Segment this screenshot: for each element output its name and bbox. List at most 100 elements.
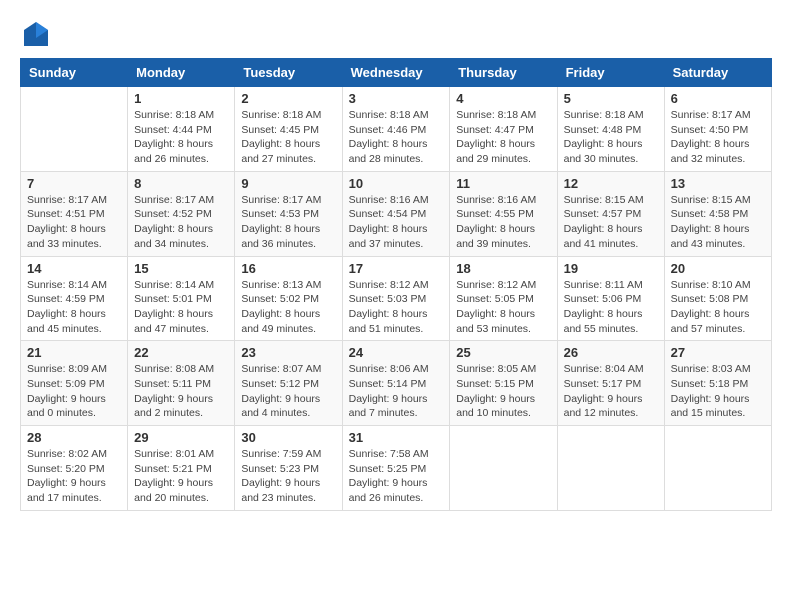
calendar-cell: 9 Sunrise: 8:17 AMSunset: 4:53 PMDaylight…: [235, 171, 342, 256]
day-info: Sunrise: 8:15 AMSunset: 4:57 PMDaylight:…: [564, 193, 658, 252]
day-header-tuesday: Tuesday: [235, 59, 342, 87]
logo-icon: [22, 20, 50, 48]
calendar-cell: 21Sunrise: 8:09 AMSunset: 5:09 PMDayligh…: [21, 341, 128, 426]
day-number: 12: [564, 176, 658, 191]
calendar-cell: [664, 426, 771, 511]
day-number: 20: [671, 261, 765, 276]
day-number: 13: [671, 176, 765, 191]
day-info: Sunrise: 8:17 AMSunset: 4:52 PMDaylight:…: [134, 193, 228, 252]
day-number: 5: [564, 91, 658, 106]
day-info: Sunrise: 8:12 AMSunset: 5:05 PMDaylight:…: [456, 278, 550, 337]
day-info: Sunrise: 8:18 AMSunset: 4:48 PMDaylight:…: [564, 108, 658, 167]
day-info: Sunrise: 8:05 AMSunset: 5:15 PMDaylight:…: [456, 362, 550, 421]
day-info: Sunrise: 8:17 AMSunset: 4:50 PMDaylight:…: [671, 108, 765, 167]
day-info: Sunrise: 8:06 AMSunset: 5:14 PMDaylight:…: [349, 362, 444, 421]
calendar-cell: 5 Sunrise: 8:18 AMSunset: 4:48 PMDaylight…: [557, 87, 664, 172]
calendar-cell: 17 Sunrise: 8:12 AMSunset: 5:03 PMDayligh…: [342, 256, 450, 341]
day-info: Sunrise: 8:01 AMSunset: 5:21 PMDaylight:…: [134, 447, 228, 506]
calendar-cell: 19 Sunrise: 8:11 AMSunset: 5:06 PMDayligh…: [557, 256, 664, 341]
day-info: Sunrise: 7:59 AMSunset: 5:23 PMDaylight:…: [241, 447, 335, 506]
day-number: 31: [349, 430, 444, 445]
day-header-wednesday: Wednesday: [342, 59, 450, 87]
day-info: Sunrise: 8:14 AMSunset: 5:01 PMDaylight:…: [134, 278, 228, 337]
calendar-week-row: 1Sunrise: 8:18 AMSunset: 4:44 PMDaylight…: [21, 87, 772, 172]
day-info: Sunrise: 8:04 AMSunset: 5:17 PMDaylight:…: [564, 362, 658, 421]
day-header-saturday: Saturday: [664, 59, 771, 87]
day-header-monday: Monday: [128, 59, 235, 87]
day-number: 7: [27, 176, 121, 191]
day-number: 15: [134, 261, 228, 276]
calendar-cell: 30 Sunrise: 7:59 AMSunset: 5:23 PMDayligh…: [235, 426, 342, 511]
day-number: 17: [349, 261, 444, 276]
calendar-cell: 31 Sunrise: 7:58 AMSunset: 5:25 PMDayligh…: [342, 426, 450, 511]
logo: [20, 20, 50, 48]
day-number: 25: [456, 345, 550, 360]
day-info: Sunrise: 8:15 AMSunset: 4:58 PMDaylight:…: [671, 193, 765, 252]
calendar-cell: [450, 426, 557, 511]
day-info: Sunrise: 8:17 AMSunset: 4:51 PMDaylight:…: [27, 193, 121, 252]
calendar-cell: 24 Sunrise: 8:06 AMSunset: 5:14 PMDayligh…: [342, 341, 450, 426]
day-info: Sunrise: 8:07 AMSunset: 5:12 PMDaylight:…: [241, 362, 335, 421]
day-number: 30: [241, 430, 335, 445]
day-info: Sunrise: 8:12 AMSunset: 5:03 PMDaylight:…: [349, 278, 444, 337]
day-number: 28: [27, 430, 121, 445]
calendar-cell: 22 Sunrise: 8:08 AMSunset: 5:11 PMDayligh…: [128, 341, 235, 426]
day-info: Sunrise: 8:02 AMSunset: 5:20 PMDaylight:…: [27, 447, 121, 506]
calendar-cell: 27 Sunrise: 8:03 AMSunset: 5:18 PMDayligh…: [664, 341, 771, 426]
calendar-table: SundayMondayTuesdayWednesdayThursdayFrid…: [20, 58, 772, 511]
calendar-cell: 18 Sunrise: 8:12 AMSunset: 5:05 PMDayligh…: [450, 256, 557, 341]
day-number: 22: [134, 345, 228, 360]
calendar-cell: 20Sunrise: 8:10 AMSunset: 5:08 PMDayligh…: [664, 256, 771, 341]
calendar-cell: 26 Sunrise: 8:04 AMSunset: 5:17 PMDayligh…: [557, 341, 664, 426]
day-number: 11: [456, 176, 550, 191]
calendar-week-row: 7 Sunrise: 8:17 AMSunset: 4:51 PMDaylight…: [21, 171, 772, 256]
day-info: Sunrise: 8:18 AMSunset: 4:46 PMDaylight:…: [349, 108, 444, 167]
day-info: Sunrise: 8:16 AMSunset: 4:54 PMDaylight:…: [349, 193, 444, 252]
calendar-cell: 2 Sunrise: 8:18 AMSunset: 4:45 PMDaylight…: [235, 87, 342, 172]
day-number: 4: [456, 91, 550, 106]
calendar-cell: 12 Sunrise: 8:15 AMSunset: 4:57 PMDayligh…: [557, 171, 664, 256]
day-info: Sunrise: 8:17 AMSunset: 4:53 PMDaylight:…: [241, 193, 335, 252]
calendar-week-row: 14Sunrise: 8:14 AMSunset: 4:59 PMDayligh…: [21, 256, 772, 341]
day-number: 2: [241, 91, 335, 106]
calendar-cell: 15 Sunrise: 8:14 AMSunset: 5:01 PMDayligh…: [128, 256, 235, 341]
calendar-cell: 28 Sunrise: 8:02 AMSunset: 5:20 PMDayligh…: [21, 426, 128, 511]
day-info: Sunrise: 8:13 AMSunset: 5:02 PMDaylight:…: [241, 278, 335, 337]
calendar-cell: [21, 87, 128, 172]
day-number: 26: [564, 345, 658, 360]
day-number: 8: [134, 176, 228, 191]
calendar-week-row: 21Sunrise: 8:09 AMSunset: 5:09 PMDayligh…: [21, 341, 772, 426]
calendar-cell: 11 Sunrise: 8:16 AMSunset: 4:55 PMDayligh…: [450, 171, 557, 256]
day-number: 23: [241, 345, 335, 360]
calendar-cell: 14Sunrise: 8:14 AMSunset: 4:59 PMDayligh…: [21, 256, 128, 341]
day-number: 19: [564, 261, 658, 276]
day-info: Sunrise: 8:03 AMSunset: 5:18 PMDaylight:…: [671, 362, 765, 421]
calendar-cell: 23 Sunrise: 8:07 AMSunset: 5:12 PMDayligh…: [235, 341, 342, 426]
calendar-cell: 1Sunrise: 8:18 AMSunset: 4:44 PMDaylight…: [128, 87, 235, 172]
day-number: 24: [349, 345, 444, 360]
page-header: [20, 20, 772, 48]
calendar-cell: 13 Sunrise: 8:15 AMSunset: 4:58 PMDayligh…: [664, 171, 771, 256]
day-info: Sunrise: 8:11 AMSunset: 5:06 PMDaylight:…: [564, 278, 658, 337]
calendar-header-row: SundayMondayTuesdayWednesdayThursdayFrid…: [21, 59, 772, 87]
calendar-cell: 16 Sunrise: 8:13 AMSunset: 5:02 PMDayligh…: [235, 256, 342, 341]
day-info: Sunrise: 8:08 AMSunset: 5:11 PMDaylight:…: [134, 362, 228, 421]
day-number: 6: [671, 91, 765, 106]
day-number: 27: [671, 345, 765, 360]
day-info: Sunrise: 7:58 AMSunset: 5:25 PMDaylight:…: [349, 447, 444, 506]
day-number: 10: [349, 176, 444, 191]
day-number: 14: [27, 261, 121, 276]
day-info: Sunrise: 8:16 AMSunset: 4:55 PMDaylight:…: [456, 193, 550, 252]
day-number: 3: [349, 91, 444, 106]
calendar-cell: 6 Sunrise: 8:17 AMSunset: 4:50 PMDaylight…: [664, 87, 771, 172]
day-header-sunday: Sunday: [21, 59, 128, 87]
day-number: 9: [241, 176, 335, 191]
calendar-cell: 4 Sunrise: 8:18 AMSunset: 4:47 PMDaylight…: [450, 87, 557, 172]
calendar-cell: [557, 426, 664, 511]
day-number: 18: [456, 261, 550, 276]
calendar-cell: 8 Sunrise: 8:17 AMSunset: 4:52 PMDaylight…: [128, 171, 235, 256]
day-info: Sunrise: 8:18 AMSunset: 4:47 PMDaylight:…: [456, 108, 550, 167]
day-number: 21: [27, 345, 121, 360]
day-info: Sunrise: 8:18 AMSunset: 4:45 PMDaylight:…: [241, 108, 335, 167]
day-number: 16: [241, 261, 335, 276]
